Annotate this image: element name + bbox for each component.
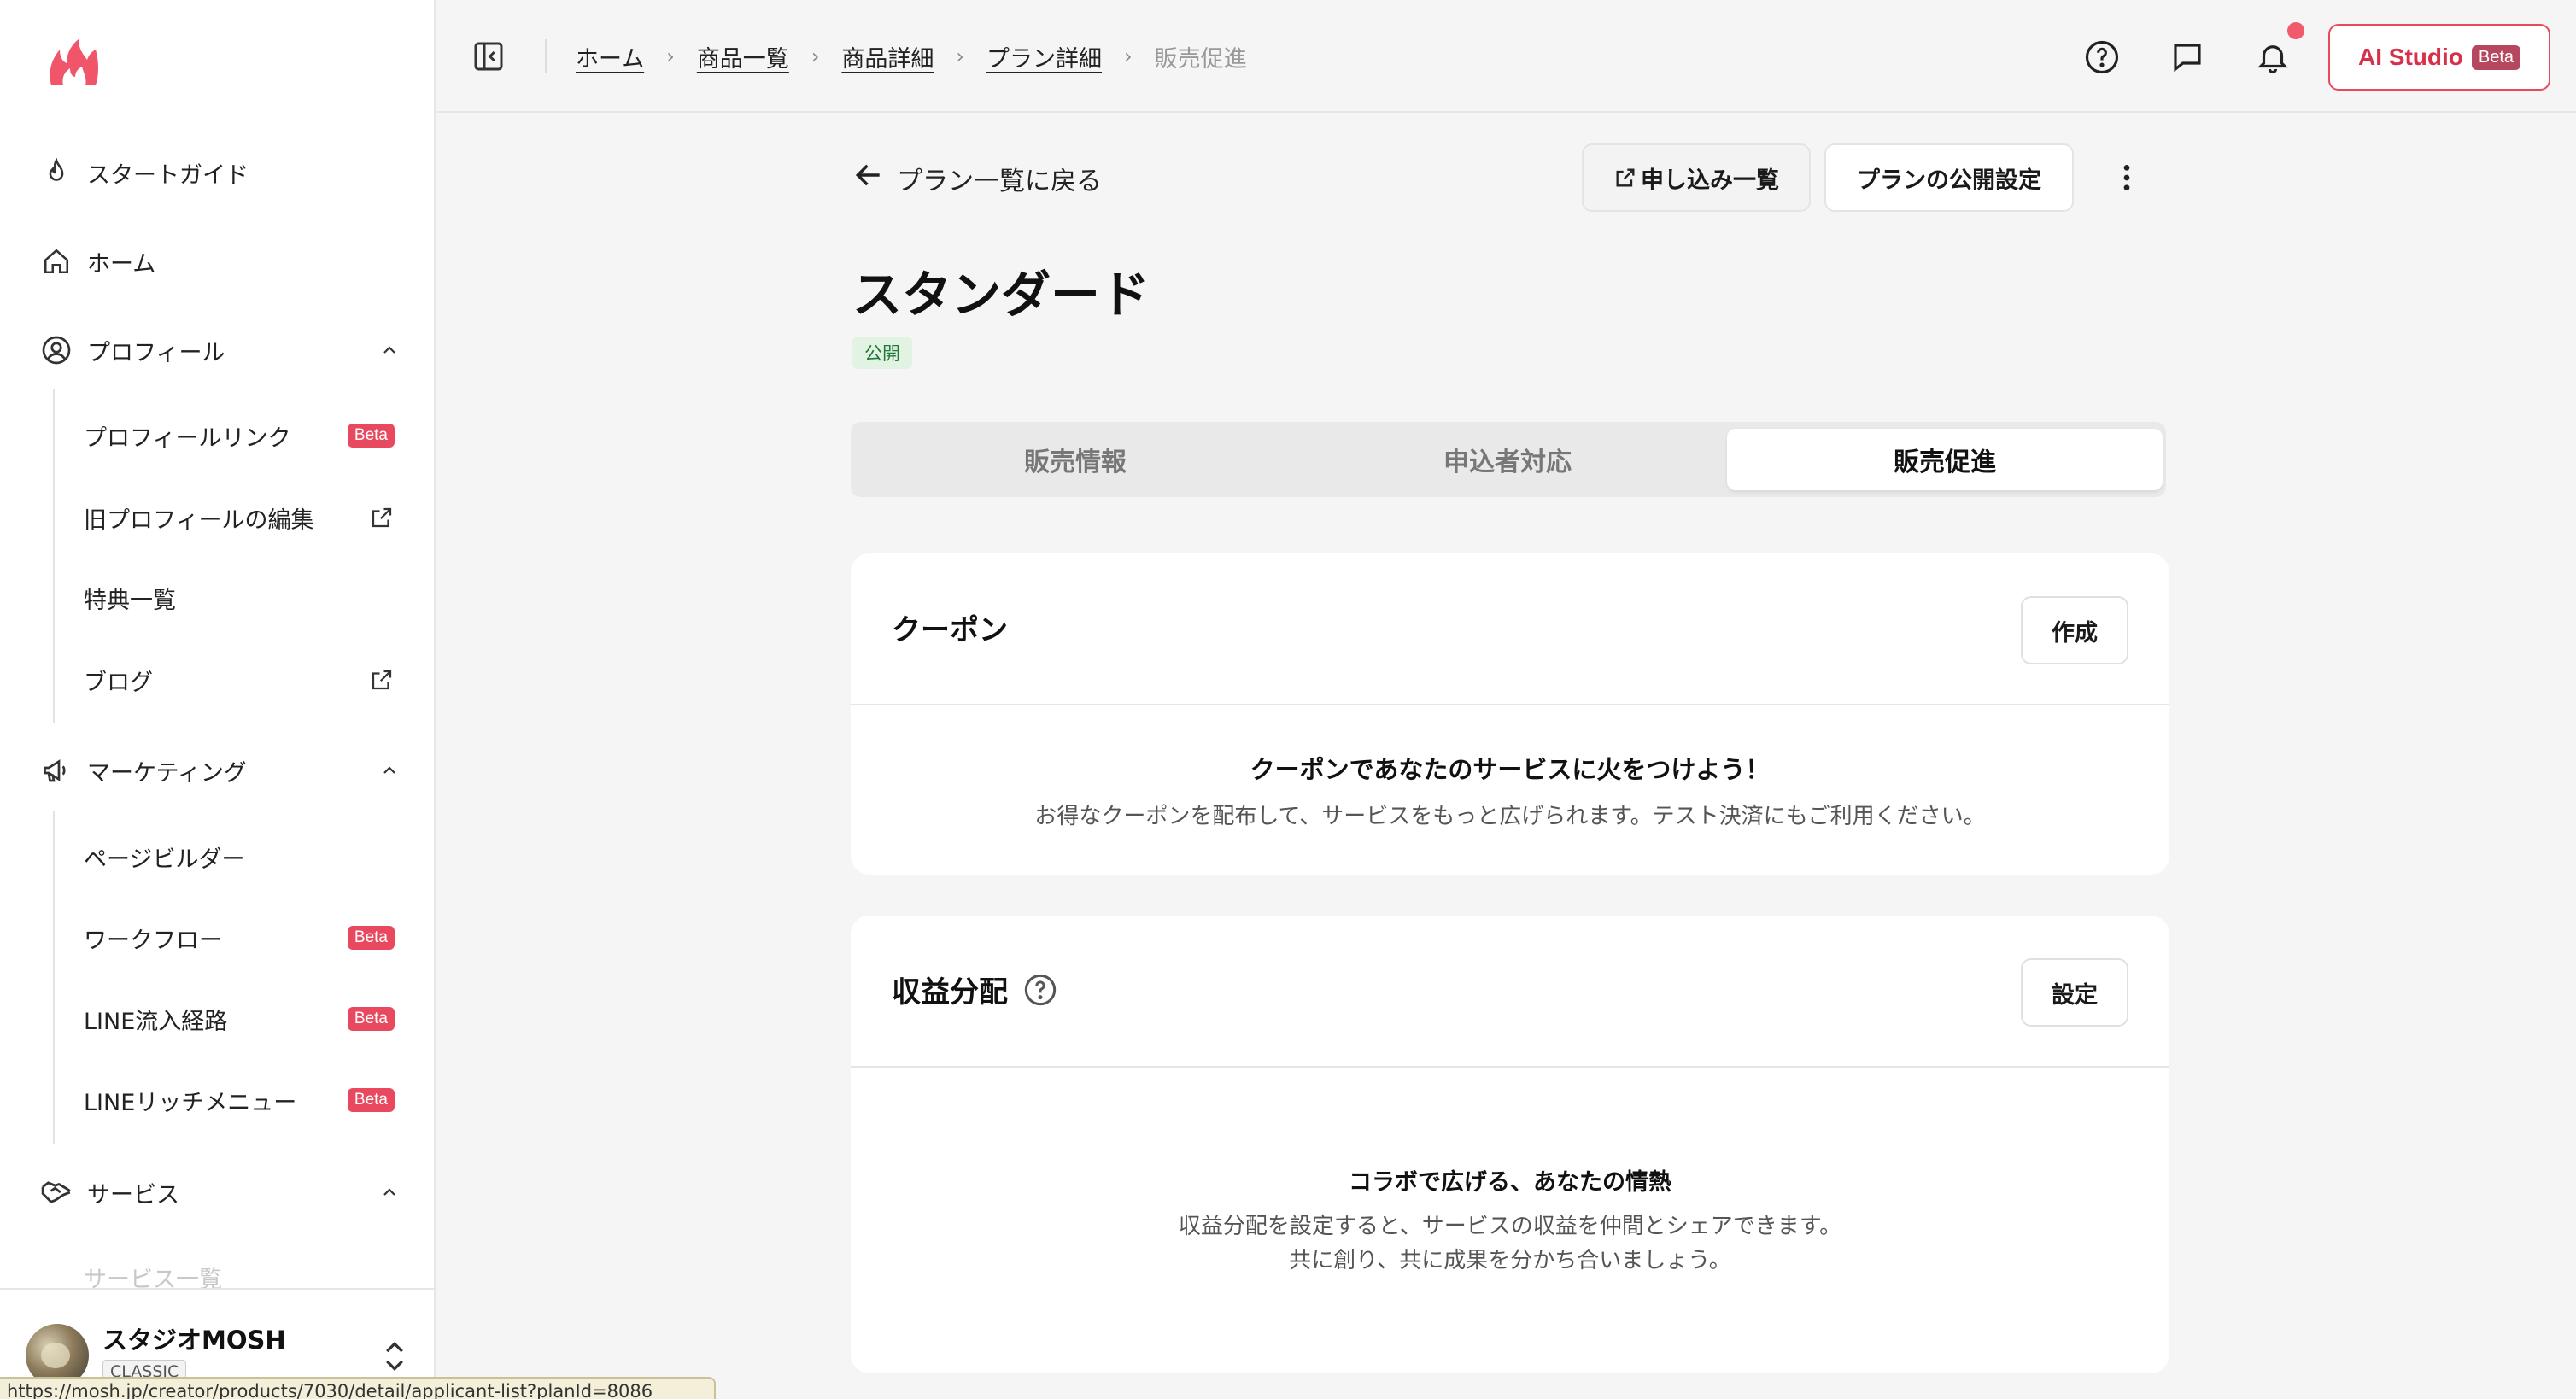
revenue-share-title: 収益分配 bbox=[892, 975, 1008, 1010]
sidebar-subitem-line-inflow[interactable]: LINE流入経路 Beta bbox=[84, 995, 400, 1043]
sidebar-item-label: サービス bbox=[87, 1181, 179, 1209]
sidebar-subitem-old-profile-edit[interactable]: 旧プロフィールの編集 bbox=[84, 494, 400, 541]
divider bbox=[545, 39, 547, 73]
sidebar-item-start-guide[interactable]: スタートガイド bbox=[39, 147, 407, 198]
beta-badge: Beta bbox=[347, 926, 395, 950]
tab-sales-promotion[interactable]: 販売促進 bbox=[1727, 429, 2163, 490]
chevron-up-icon[interactable] bbox=[372, 333, 407, 367]
breadcrumb-product-detail[interactable]: 商品詳細 bbox=[841, 40, 934, 73]
sidebar-toggle-icon[interactable] bbox=[471, 39, 506, 73]
sidebar: スタートガイド ホーム プロフィール プロフィールリンク Beta 旧プロフィー… bbox=[0, 0, 436, 1399]
sidebar-subitem-profile-link[interactable]: プロフィールリンク Beta bbox=[84, 412, 400, 460]
sidebar-item-label: プロフィールリンク bbox=[84, 424, 291, 452]
chevron-right-icon: › bbox=[666, 44, 675, 68]
sidebar-subitem-blog[interactable]: ブログ bbox=[84, 656, 400, 704]
external-link-icon bbox=[369, 663, 395, 697]
button-label: 申し込み一覧 bbox=[1641, 167, 1779, 194]
breadcrumb-plan-detail[interactable]: プラン詳細 bbox=[986, 40, 1102, 73]
revenue-empty-title: コラボで広げる、あなたの情熱 bbox=[1349, 1169, 1671, 1196]
coupon-card: クーポン 作成 クーポンであなたのサービスに火をつけよう！ お得なクーポンを配布… bbox=[851, 553, 2169, 875]
tab-sales-info[interactable]: 販売情報 bbox=[858, 429, 1293, 490]
chevron-right-icon: › bbox=[956, 44, 965, 68]
sidebar-subitem-benefits[interactable]: 特典一覧 bbox=[84, 574, 400, 622]
applications-list-button[interactable]: 申し込み一覧 bbox=[1582, 143, 1811, 212]
back-to-plans-link[interactable]: プラン一覧に戻る bbox=[852, 159, 1102, 198]
revenue-share-card: 収益分配 設定 コラボで広げる、あなたの情熱 収益分配を設定すると、サービスの収… bbox=[851, 916, 2169, 1373]
status-badge: 公開 bbox=[852, 337, 912, 369]
notification-dot bbox=[2287, 22, 2304, 39]
plan-publish-settings-button[interactable]: プランの公開設定 bbox=[1824, 143, 2074, 212]
sidebar-subitem-page-builder[interactable]: ページビルダー bbox=[84, 833, 400, 881]
sidebar-item-service[interactable]: サービス bbox=[39, 1167, 407, 1218]
help-icon[interactable] bbox=[2084, 39, 2120, 75]
message-icon[interactable] bbox=[2169, 39, 2205, 75]
handshake-icon bbox=[39, 1175, 73, 1209]
sidebar-item-label: マーケティング bbox=[87, 759, 247, 787]
ai-studio-button[interactable]: AI Studio Beta bbox=[2328, 24, 2550, 91]
more-options-icon[interactable] bbox=[2110, 159, 2144, 196]
sidebar-item-marketing[interactable]: マーケティング bbox=[39, 745, 407, 796]
coupon-title: クーポン bbox=[892, 613, 1008, 647]
breadcrumb-current: 販売促進 bbox=[1154, 45, 1247, 73]
ai-studio-label: AI Studio bbox=[2357, 44, 2463, 70]
megaphone-icon bbox=[39, 753, 73, 787]
coupon-empty-description: お得なクーポンを配布して、サービスをもっと広げられます。テスト決済にもご利用くだ… bbox=[1034, 804, 1986, 829]
sidebar-item-label: ページビルダー bbox=[84, 846, 245, 873]
chevron-up-icon[interactable] bbox=[372, 753, 407, 787]
sub-menu-line bbox=[53, 389, 55, 723]
link-preview-status-bar: https://mosh.jp/creator/products/7030/de… bbox=[0, 1377, 716, 1399]
revenue-empty-description-line1: 収益分配を設定すると、サービスの収益を仲間とシェアできます。 bbox=[1178, 1214, 1842, 1239]
card-title: クーポン bbox=[892, 606, 1008, 648]
sidebar-item-label: プロフィール bbox=[87, 339, 225, 366]
sidebar-item-label: LINEリッチメニュー bbox=[84, 1089, 297, 1116]
account-name: スタジオMOSH bbox=[102, 1326, 286, 1355]
beta-badge: Beta bbox=[347, 424, 395, 448]
chevron-up-down-icon[interactable] bbox=[379, 1338, 410, 1375]
chevron-up-icon[interactable] bbox=[372, 1175, 407, 1209]
bell-icon[interactable] bbox=[2255, 39, 2291, 75]
chevron-right-icon: › bbox=[811, 44, 820, 68]
card-header: 収益分配 設定 bbox=[851, 916, 2169, 1068]
breadcrumb-products[interactable]: 商品一覧 bbox=[697, 40, 789, 73]
beta-badge: Beta bbox=[347, 1007, 395, 1031]
sidebar-item-label: ワークフロー bbox=[84, 927, 222, 954]
arrow-left-icon bbox=[852, 159, 885, 198]
card-header: クーポン 作成 bbox=[851, 553, 2169, 705]
back-link-label: プラン一覧に戻る bbox=[897, 167, 1102, 196]
top-header: ホーム › 商品一覧 › 商品詳細 › プラン詳細 › 販売促進 AI Stud… bbox=[437, 0, 2576, 113]
home-icon bbox=[39, 244, 73, 278]
beta-badge: Beta bbox=[347, 1088, 395, 1112]
create-coupon-button[interactable]: 作成 bbox=[2021, 596, 2128, 664]
sidebar-item-label: ホーム bbox=[87, 250, 156, 278]
tab-applicant-handling[interactable]: 申込者対応 bbox=[1290, 429, 1725, 490]
beta-badge: Beta bbox=[2471, 44, 2521, 70]
button-label: プランの公開設定 bbox=[1857, 167, 2041, 194]
sidebar-item-label: ブログ bbox=[84, 669, 153, 696]
page-title: スタンダード bbox=[852, 266, 1150, 324]
external-link-icon bbox=[1613, 166, 1637, 190]
card-title: 収益分配 bbox=[892, 969, 1057, 1010]
sidebar-item-profile[interactable]: プロフィール bbox=[39, 325, 407, 376]
user-circle-icon bbox=[39, 333, 73, 367]
mosh-logo-icon[interactable] bbox=[46, 38, 101, 89]
chevron-right-icon: › bbox=[1124, 44, 1133, 68]
sidebar-item-label: スタートガイド bbox=[87, 161, 249, 189]
sidebar-subitem-workflow[interactable]: ワークフロー Beta bbox=[84, 914, 400, 962]
sub-menu-line bbox=[53, 811, 55, 1144]
flame-icon bbox=[39, 155, 73, 190]
coupon-empty-title: クーポンであなたのサービスに火をつけよう！ bbox=[1250, 755, 1771, 784]
sidebar-subitem-line-rich-menu[interactable]: LINEリッチメニュー Beta bbox=[84, 1076, 400, 1124]
breadcrumb: ホーム › 商品一覧 › 商品詳細 › プラン詳細 › 販売促進 bbox=[576, 39, 1247, 73]
revenue-share-settings-button[interactable]: 設定 bbox=[2021, 958, 2128, 1027]
revenue-empty-description-line2: 共に創り、共に成果を分かち合いましょう。 bbox=[1289, 1248, 1731, 1273]
help-icon[interactable] bbox=[1023, 973, 1057, 1007]
sidebar-item-home[interactable]: ホーム bbox=[39, 236, 407, 287]
sidebar-item-label: 旧プロフィールの編集 bbox=[84, 506, 314, 534]
plan-tabs: 販売情報 申込者対応 販売促進 bbox=[851, 422, 2166, 497]
external-link-icon bbox=[369, 500, 395, 535]
sidebar-item-label: LINE流入経路 bbox=[84, 1008, 228, 1035]
sidebar-item-label: 特典一覧 bbox=[84, 587, 176, 614]
breadcrumb-home[interactable]: ホーム bbox=[576, 40, 644, 73]
